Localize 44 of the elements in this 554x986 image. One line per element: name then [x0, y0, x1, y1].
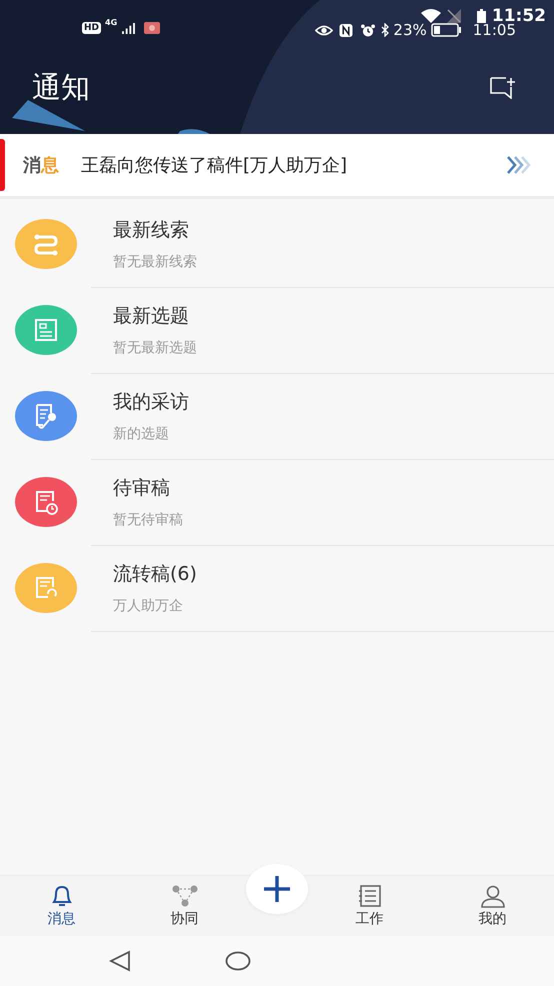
add-comment-icon[interactable]	[490, 77, 516, 99]
app-icon	[144, 22, 160, 34]
notification-item[interactable]: 最新选题 暂无最新选题	[0, 287, 554, 373]
network-icon	[172, 884, 198, 908]
tab[interactable]: 我的	[431, 884, 554, 928]
page-title: 通知	[32, 69, 90, 106]
notification-item[interactable]: 最新线索 暂无最新线索	[0, 201, 554, 287]
battery-percent: 23%	[393, 21, 427, 39]
notification-item[interactable]: 流转稿(6) 万人助万企	[0, 545, 554, 631]
chevrons-icon	[506, 155, 532, 175]
message-tag: 消息	[23, 153, 59, 177]
item-subtitle: 万人助万企	[113, 596, 184, 614]
item-title: 最新选题	[113, 304, 190, 328]
battery-icon	[430, 23, 461, 37]
hd-badge: HD	[82, 22, 102, 34]
notification-item[interactable]: 待审稿 暂无待审稿	[0, 459, 554, 545]
item-title: 最新线索	[113, 218, 190, 242]
signal-icon	[121, 22, 136, 34]
eye-icon	[315, 24, 334, 36]
item-title: 流转稿(6)	[113, 562, 198, 586]
bluetooth-icon	[381, 23, 390, 37]
item-subtitle: 暂无最新线索	[113, 252, 198, 270]
no-signal-icon	[446, 9, 461, 23]
tab[interactable]: 消息	[0, 884, 123, 928]
network-label: 4G	[105, 18, 118, 27]
list-icon	[356, 884, 382, 908]
home-icon[interactable]	[225, 951, 251, 971]
alarm-icon	[359, 24, 378, 36]
plus-icon	[262, 874, 292, 904]
message-text: 王磊向您传送了稿件[万人助万企]	[81, 154, 348, 177]
message-banner[interactable]: 消息 王磊向您传送了稿件[万人助万企]	[0, 134, 554, 199]
tab[interactable]: 协同	[123, 884, 246, 928]
item-subtitle: 新的选题	[113, 424, 170, 442]
item-title: 我的采访	[113, 390, 190, 414]
item-title: 待审稿	[113, 476, 171, 500]
wifi-icon	[420, 9, 441, 23]
item-subtitle: 暂无待审稿	[113, 510, 184, 528]
nfc-icon	[337, 24, 356, 36]
clock: 11:05	[472, 21, 516, 39]
back-icon[interactable]	[109, 950, 131, 972]
notification-item[interactable]: 我的采访 新的选题	[0, 373, 554, 459]
item-subtitle: 暂无最新选题	[113, 338, 198, 356]
tab[interactable]: 工作	[308, 884, 431, 928]
user-icon	[480, 884, 506, 908]
